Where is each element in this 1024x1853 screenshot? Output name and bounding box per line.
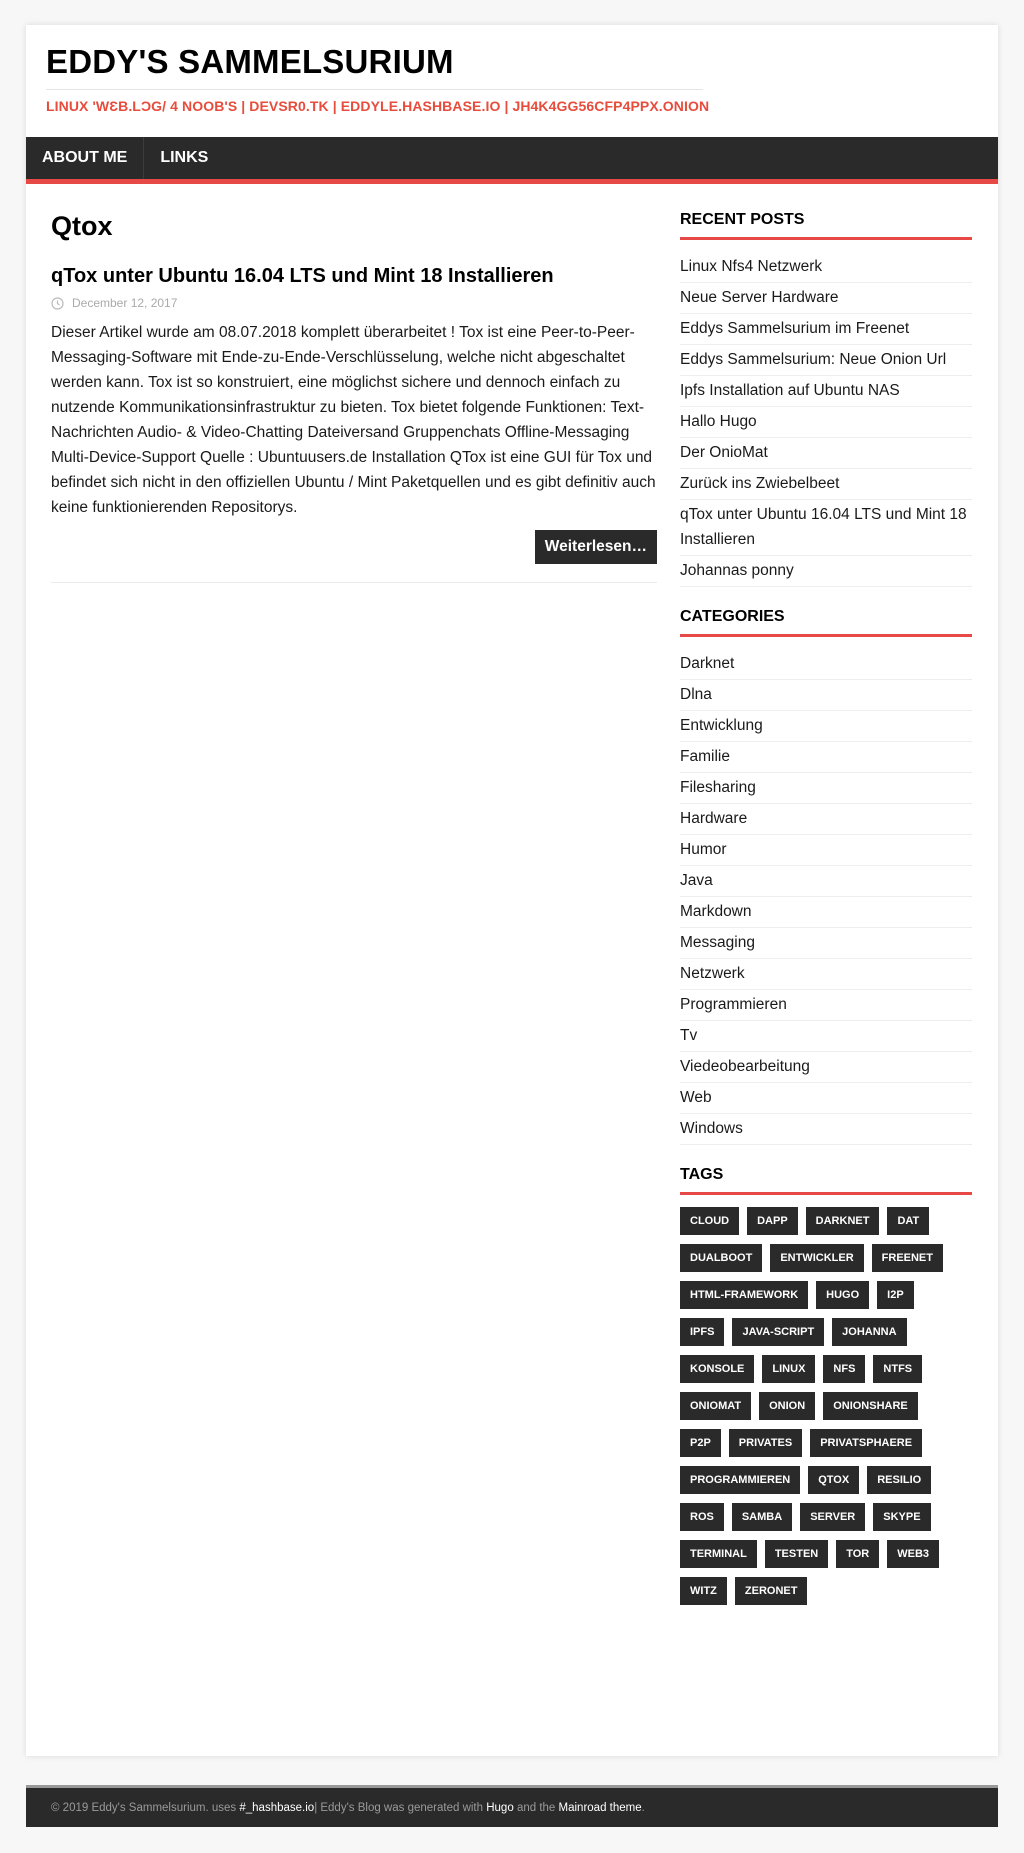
tag-link[interactable]: SERVER: [800, 1503, 866, 1531]
tag-link[interactable]: P2P: [680, 1429, 721, 1457]
nav-item-about-me[interactable]: ABOUT ME: [26, 137, 145, 179]
recent-post-link[interactable]: Neue Server Hardware: [680, 283, 972, 314]
category-link[interactable]: Windows: [680, 1114, 972, 1145]
tags-title: TAGS: [680, 1165, 972, 1195]
tag-link[interactable]: DAPP: [747, 1207, 798, 1235]
recent-post-link[interactable]: Johannas ponny: [680, 556, 972, 587]
category-link[interactable]: Netzwerk: [680, 959, 972, 990]
footer-end: .: [641, 1801, 645, 1814]
categories-list: Darknet Dlna Entwicklung Familie Filesharing…: [680, 649, 972, 1145]
tag-link[interactable]: ENTWICKLER: [770, 1244, 864, 1272]
category-link[interactable]: Programmieren: [680, 990, 972, 1021]
site-footer: © 2019 Eddy's Sammelsurium. uses #_hashb…: [26, 1785, 998, 1827]
category-link[interactable]: Humor: [680, 835, 972, 866]
tag-link[interactable]: ONION: [759, 1392, 816, 1420]
tags-widget: TAGS CLOUD DAPP DARKNET DAT DUALBOOT ENTWICKL…: [680, 1165, 972, 1614]
recent-post-link[interactable]: qTox unter Ubuntu 16.04 LTS und Mint 18 …: [680, 500, 972, 556]
category-link[interactable]: Filesharing: [680, 773, 972, 804]
recent-posts-widget: RECENT POSTS Linux Nfs4 Netzwerk Neue Ser…: [680, 210, 972, 587]
tag-link[interactable]: TESTEN: [764, 1540, 829, 1568]
tag-link[interactable]: IPFS: [680, 1318, 725, 1346]
categories-title: CATEGORIES: [680, 607, 972, 637]
tag-link[interactable]: TERMINAL: [680, 1540, 757, 1568]
tag-link[interactable]: WEB3: [887, 1540, 940, 1568]
footer-copyright: © 2019 Eddy's Sammelsurium. uses: [51, 1801, 237, 1814]
tag-link[interactable]: ROS: [680, 1503, 724, 1531]
recent-posts-list: Linux Nfs4 Netzwerk Neue Server Hardware E…: [680, 252, 972, 587]
category-link[interactable]: Tv: [680, 1021, 972, 1052]
recent-post-link[interactable]: Eddys Sammelsurium: Neue Onion Url: [680, 345, 972, 376]
tags-cloud: CLOUD DAPP DARKNET DAT DUALBOOT ENTWICKLER FRE…: [680, 1207, 972, 1614]
category-link[interactable]: Hardware: [680, 804, 972, 835]
tag-link[interactable]: NFS: [823, 1355, 866, 1383]
clock-icon: [51, 296, 64, 310]
site-header: EDDY'S SAMMELSURIUM LINUX 'WƐB.LϽG/ 4 NO…: [26, 25, 998, 137]
post-title[interactable]: qTox unter Ubuntu 16.04 LTS und Mint 18 …: [51, 263, 657, 289]
tag-link[interactable]: SAMBA: [731, 1503, 793, 1531]
tag-link[interactable]: DUALBOOT: [680, 1244, 763, 1272]
category-link[interactable]: Web: [680, 1083, 972, 1114]
footer-hugo-link[interactable]: Hugo: [486, 1802, 514, 1814]
category-link[interactable]: Entwicklung: [680, 711, 972, 742]
post-excerpt: Dieser Artikel wurde am 08.07.2018 kompl…: [51, 324, 656, 516]
footer-middle-text: | Eddy's Blog was generated with: [314, 1801, 484, 1814]
post-meta: December 12, 2017: [51, 296, 657, 310]
tag-link[interactable]: NTFS: [873, 1355, 923, 1383]
tag-link[interactable]: CLOUD: [680, 1207, 740, 1235]
nav-item-links[interactable]: LINKS: [144, 137, 224, 179]
footer-theme-link[interactable]: Mainroad theme: [559, 1802, 642, 1814]
recent-post-link[interactable]: Linux Nfs4 Netzwerk: [680, 252, 972, 283]
tag-link[interactable]: KONSOLE: [680, 1355, 755, 1383]
tag-link[interactable]: DAT: [887, 1207, 930, 1235]
category-link[interactable]: Java: [680, 866, 972, 897]
footer-hashbase-link[interactable]: #_hashbase.io: [239, 1802, 314, 1814]
category-link[interactable]: Familie: [680, 742, 972, 773]
tag-link[interactable]: HTML-FRAMEWORK: [680, 1281, 809, 1309]
page-title: Qtox: [51, 211, 113, 241]
category-link[interactable]: Messaging: [680, 928, 972, 959]
sidebar: RECENT POSTS Linux Nfs4 Netzwerk Neue Ser…: [680, 210, 972, 1726]
read-more-button[interactable]: Weiterlesen…: [534, 530, 657, 564]
content-wrap: Qtox qTox unter Ubuntu 16.04 LTS und Min…: [26, 184, 998, 1756]
tag-link[interactable]: DARKNET: [805, 1207, 880, 1235]
header-divider: [46, 89, 703, 90]
tag-link[interactable]: SKYPE: [873, 1503, 931, 1531]
tag-link[interactable]: PRIVATSPHAERE: [810, 1429, 923, 1457]
tag-link[interactable]: ONIOMAT: [680, 1392, 752, 1420]
tag-link[interactable]: LINUX: [762, 1355, 816, 1383]
tag-link[interactable]: ZERONET: [734, 1577, 808, 1605]
tag-link[interactable]: JAVA-SCRIPT: [732, 1318, 825, 1346]
footer-and-the: and the: [516, 1801, 556, 1814]
recent-post-link[interactable]: Hallo Hugo: [680, 407, 972, 438]
tag-link[interactable]: RESILIO: [867, 1466, 932, 1494]
read-more-wrap: Weiterlesen…: [51, 530, 657, 564]
tag-link[interactable]: HUGO: [816, 1281, 870, 1309]
category-link[interactable]: Dlna: [680, 680, 972, 711]
tag-link[interactable]: QTOX: [808, 1466, 860, 1494]
recent-posts-title: RECENT POSTS: [680, 210, 972, 240]
tag-link[interactable]: ONIONSHARE: [823, 1392, 918, 1420]
categories-widget: CATEGORIES Darknet Dlna Entwicklung Familie…: [680, 607, 972, 1145]
tag-link[interactable]: PRIVATES: [728, 1429, 803, 1457]
tag-link[interactable]: I2P: [877, 1281, 914, 1309]
category-link[interactable]: Markdown: [680, 897, 972, 928]
site-title[interactable]: EDDY'S SAMMELSURIUM: [46, 43, 978, 81]
category-link[interactable]: Darknet: [680, 649, 972, 680]
tag-link[interactable]: WITZ: [680, 1577, 727, 1605]
recent-post-link[interactable]: Zurück ins Zwiebelbeet: [680, 469, 972, 500]
tag-link[interactable]: PROGRAMMIEREN: [680, 1466, 801, 1494]
main-nav: ABOUT ME LINKS: [26, 137, 998, 184]
post-item: qTox unter Ubuntu 16.04 LTS und Mint 18 …: [51, 263, 657, 583]
post-date: December 12, 2017: [72, 296, 178, 310]
tag-link[interactable]: JOHANNA: [832, 1318, 907, 1346]
recent-post-link[interactable]: Der OnioMat: [680, 438, 972, 469]
site-description: LINUX 'WƐB.LϽG/ 4 NOOB'S | DEVSR0.TK | E…: [46, 98, 710, 114]
tag-link[interactable]: TOR: [836, 1540, 880, 1568]
tag-link[interactable]: FREENET: [871, 1244, 943, 1272]
main-content: Qtox qTox unter Ubuntu 16.04 LTS und Min…: [51, 210, 657, 1726]
page-container: EDDY'S SAMMELSURIUM LINUX 'WƐB.LϽG/ 4 NO…: [26, 25, 998, 1756]
recent-post-link[interactable]: Ipfs Installation auf Ubuntu NAS: [680, 376, 972, 407]
category-link[interactable]: Viedeobearbeitung: [680, 1052, 972, 1083]
recent-post-link[interactable]: Eddys Sammelsurium im Freenet: [680, 314, 972, 345]
